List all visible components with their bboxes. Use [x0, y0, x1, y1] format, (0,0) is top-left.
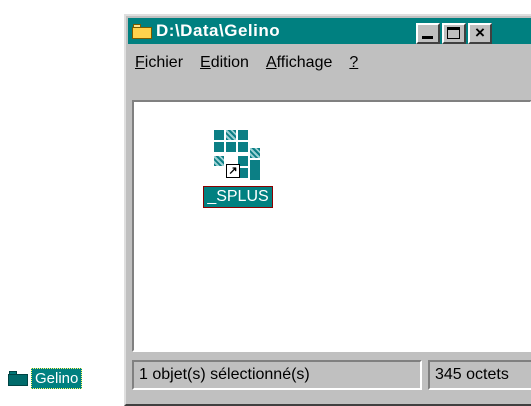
status-selection: 1 objet(s) sélectionné(s): [132, 360, 422, 390]
file-item-label: _SPLUS: [203, 186, 273, 208]
explorer-window: D:\Data\Gelino × Fichier Edition Afficha…: [124, 14, 531, 406]
status-size: 345 octets: [428, 360, 531, 390]
file-item-splus[interactable]: ↗ _SPLUS: [190, 128, 286, 208]
menu-bar: Fichier Edition Affichage ?: [128, 48, 368, 78]
shortcut-arrow-icon: ↗: [226, 164, 240, 178]
close-button[interactable]: ×: [468, 23, 492, 44]
maximize-icon: [447, 27, 460, 39]
folder-icon: [8, 371, 28, 386]
menu-affichage[interactable]: Affichage: [259, 49, 342, 77]
desktop-shortcut-gelino[interactable]: Gelino: [8, 368, 83, 389]
menu-edition[interactable]: Edition: [193, 49, 259, 77]
title-bar[interactable]: D:\Data\Gelino ×: [128, 18, 531, 44]
maximize-button[interactable]: [442, 23, 466, 44]
file-list-area[interactable]: ↗ _SPLUS: [132, 100, 531, 352]
close-icon: ×: [475, 23, 485, 42]
caption-buttons: ×: [416, 23, 494, 44]
status-bar: 1 objet(s) sélectionné(s) 345 octets: [132, 360, 531, 394]
menu-fichier[interactable]: Fichier: [128, 49, 193, 77]
minimize-button[interactable]: [416, 23, 440, 44]
menu-help[interactable]: ?: [342, 49, 368, 77]
window-title: D:\Data\Gelino: [156, 21, 281, 40]
minimize-icon: [422, 36, 433, 39]
desktop-shortcut-label: Gelino: [31, 368, 83, 389]
open-folder-icon: [132, 23, 152, 39]
splus-shortcut-icon: ↗: [212, 128, 264, 182]
